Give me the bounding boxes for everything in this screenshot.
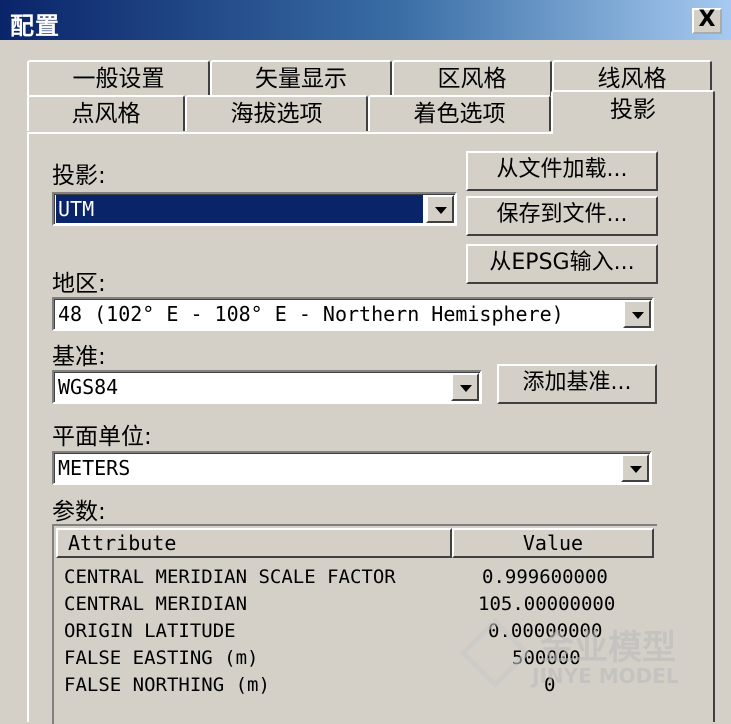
zone-select[interactable]: 48 (102° E - 108° E - Northern Hemispher… [52, 297, 654, 331]
save-to-file-button[interactable]: 保存到文件... [466, 196, 658, 236]
value-cell: 105.00000000 [478, 593, 616, 615]
projection-label: 投影: [52, 163, 106, 189]
button-label: 从EPSG输入... [489, 250, 635, 275]
watermark-subtext: JINYE MODEL [532, 664, 679, 688]
datum-label: 基准: [52, 344, 106, 370]
planar-units-select[interactable]: METERS [52, 451, 652, 485]
zone-label: 地区: [52, 271, 106, 297]
datum-value: WGS84 [58, 375, 119, 399]
planar-units-value: METERS [58, 456, 131, 480]
add-datum-button[interactable]: 添加基准... [497, 364, 657, 404]
projection-select[interactable]: UTM [52, 192, 457, 226]
projection-value: UTM [56, 195, 423, 223]
load-from-file-button[interactable]: 从文件加载... [466, 151, 658, 191]
attribute-cell: CENTRAL MERIDIAN SCALE FACTOR [64, 566, 396, 588]
datum-select[interactable]: WGS84 [52, 370, 482, 404]
button-label: 添加基准... [522, 370, 632, 395]
chevron-down-icon[interactable] [426, 195, 454, 223]
watermark-logo: 金业模型 JINYE MODEL [459, 617, 720, 690]
planar-units-label: 平面单位: [52, 424, 152, 450]
column-header-attribute[interactable]: Attribute [56, 528, 452, 558]
attribute-cell: FALSE NORTHING (m) [64, 674, 270, 696]
attribute-cell: FALSE EASTING (m) [64, 647, 259, 669]
parameters-label: 参数: [52, 499, 106, 525]
import-epsg-button[interactable]: 从EPSG输入... [466, 244, 658, 284]
button-label: 保存到文件... [496, 202, 628, 227]
attribute-cell: ORIGIN LATITUDE [64, 620, 236, 642]
value-cell: 0.999600000 [482, 566, 608, 588]
chevron-down-icon[interactable] [623, 300, 651, 328]
chevron-down-icon[interactable] [451, 373, 479, 401]
watermark-text: 金业模型 [540, 628, 676, 668]
zone-value: 48 (102° E - 108° E - Northern Hemispher… [58, 302, 564, 326]
button-label: 从文件加载... [496, 157, 628, 182]
column-header-value[interactable]: Value [452, 528, 654, 558]
attribute-cell: CENTRAL MERIDIAN [64, 593, 248, 615]
chevron-down-icon[interactable] [621, 454, 649, 482]
